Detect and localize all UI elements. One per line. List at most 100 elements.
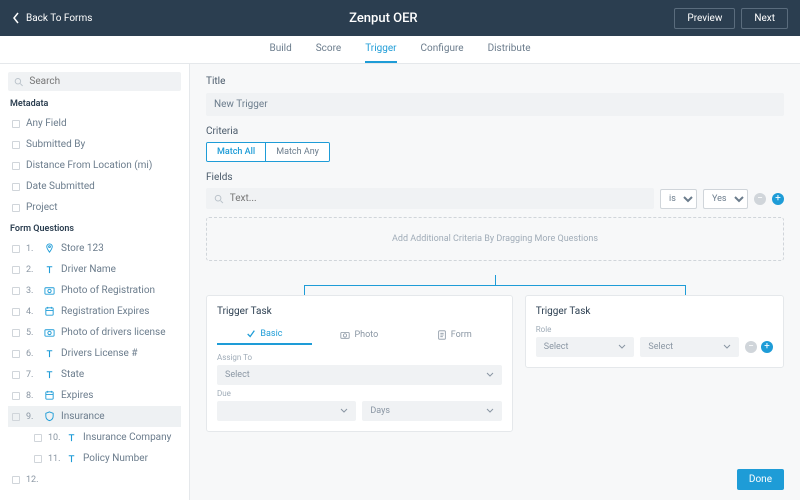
search-icon [214, 194, 224, 204]
text-icon [44, 369, 55, 380]
sidebar-item-question[interactable]: 12. [8, 469, 181, 490]
add-role-button[interactable]: + [761, 341, 773, 353]
cal-icon [44, 390, 55, 401]
checkbox-icon [12, 287, 20, 295]
chevron-down-icon [340, 407, 348, 415]
trigger-title-input[interactable] [206, 93, 784, 116]
check-icon [246, 329, 256, 339]
app-header: Back To Forms Zenput OER Preview Next [0, 0, 800, 36]
criteria-label: Criteria [206, 126, 784, 137]
role-select-2[interactable]: Select [640, 337, 739, 357]
tab-distribute[interactable]: Distribute [488, 36, 531, 63]
metadata-header: Metadata [10, 99, 181, 109]
criteria-dropzone[interactable]: Add Additional Criteria By Dragging More… [206, 217, 784, 261]
text-icon [44, 264, 55, 275]
match-any-button[interactable]: Match Any [266, 143, 329, 161]
chevron-down-icon [723, 343, 731, 351]
add-criteria-button[interactable]: + [772, 193, 784, 205]
search-input[interactable] [23, 76, 175, 87]
header-buttons: Preview Next [674, 8, 788, 29]
remove-criteria-button[interactable]: − [754, 193, 766, 205]
match-all-button[interactable]: Match All [207, 143, 266, 161]
cal-icon [44, 306, 55, 317]
due-value-select[interactable] [217, 401, 356, 421]
chevron-left-icon [12, 12, 20, 24]
done-button[interactable]: Done [737, 469, 784, 490]
sidebar-item-question[interactable]: 9.Insurance [8, 406, 181, 427]
sidebar-item-question[interactable]: 2.Driver Name [8, 259, 181, 280]
shield-icon [44, 411, 55, 422]
page-title: Zenput OER [92, 11, 674, 26]
task-tab-basic[interactable]: Basic [217, 325, 312, 345]
tab-configure[interactable]: Configure [421, 36, 464, 63]
pin-icon [44, 243, 55, 254]
sidebar-item-metadata[interactable]: Project [8, 197, 181, 218]
field-search[interactable] [206, 188, 654, 209]
sidebar-item-question[interactable]: 1.Store 123 [8, 238, 181, 259]
task-pair: Trigger Task Basic Photo Form Ass [206, 295, 784, 432]
sidebar-search[interactable] [8, 72, 181, 91]
title-label: Title [206, 76, 784, 87]
sidebar-item-question[interactable]: 11.Policy Number [8, 448, 181, 469]
chevron-down-icon [618, 343, 626, 351]
-icon [44, 474, 55, 485]
tab-build[interactable]: Build [269, 36, 291, 63]
fields-label: Fields [206, 172, 784, 183]
checkbox-icon [12, 183, 20, 191]
sidebar-item-metadata[interactable]: Date Submitted [8, 176, 181, 197]
field-search-input[interactable] [224, 193, 646, 204]
checkbox-icon [12, 371, 20, 379]
task-tab-form[interactable]: Form [407, 325, 502, 345]
questions-header: Form Questions [10, 224, 181, 234]
sidebar-item-question[interactable]: 8.Expires [8, 385, 181, 406]
photo-icon [44, 327, 55, 338]
camera-icon [340, 330, 350, 340]
due-unit-select[interactable]: Days [362, 401, 501, 421]
checkbox-icon [12, 204, 20, 212]
sidebar-item-question[interactable]: 3.Photo of Registration [8, 280, 181, 301]
sidebar-item-metadata[interactable]: Any Field [8, 113, 181, 134]
sidebar-item-metadata[interactable]: Distance From Location (mi) [8, 155, 181, 176]
role-label: Role [536, 325, 635, 334]
main-tabs: Build Score Trigger Configure Distribute [0, 36, 800, 64]
preview-button[interactable]: Preview [674, 8, 735, 29]
assign-to-label: Assign To [217, 353, 502, 362]
text-icon [66, 432, 77, 443]
tab-score[interactable]: Score [316, 36, 341, 63]
task1-tabs: Basic Photo Form [217, 325, 502, 345]
checkbox-icon [12, 162, 20, 170]
sidebar-item-question[interactable]: 7.State [8, 364, 181, 385]
sidebar: Metadata Any FieldSubmitted ByDistance F… [0, 64, 190, 500]
task2-header: Trigger Task [536, 306, 635, 317]
back-link-label: Back To Forms [26, 13, 92, 24]
sidebar-item-question[interactable]: 5.Photo of drivers license [8, 322, 181, 343]
task-tab-photo[interactable]: Photo [312, 325, 407, 345]
tab-trigger[interactable]: Trigger [365, 36, 396, 63]
trigger-task-card-1: Trigger Task Basic Photo Form Ass [206, 295, 513, 432]
criteria-toggle: Match All Match Any [206, 142, 330, 162]
search-icon [14, 77, 23, 87]
operator-select[interactable]: is [660, 189, 697, 209]
fields-row: is Yes − + [206, 188, 784, 209]
due-label: Due [217, 389, 502, 398]
assign-to-select[interactable]: Select [217, 365, 502, 385]
checkbox-icon [12, 329, 20, 337]
form-icon [437, 330, 447, 340]
back-to-forms-link[interactable]: Back To Forms [12, 12, 92, 24]
remove-role-button[interactable]: − [745, 341, 757, 353]
trigger-task-card-2: Trigger Task Role Select Select − + [525, 295, 784, 368]
checkbox-icon [34, 434, 42, 442]
next-button[interactable]: Next [741, 8, 788, 29]
sidebar-item-metadata[interactable]: Submitted By [8, 134, 181, 155]
value-select[interactable]: Yes [703, 189, 748, 209]
sidebar-item-question[interactable]: 4.Registration Expires [8, 301, 181, 322]
checkbox-icon [12, 120, 20, 128]
checkbox-icon [12, 350, 20, 358]
checkbox-icon [12, 308, 20, 316]
chevron-down-icon [486, 407, 494, 415]
checkbox-icon [12, 266, 20, 274]
photo-icon [44, 285, 55, 296]
sidebar-item-question[interactable]: 10.Insurance Company [8, 427, 181, 448]
sidebar-item-question[interactable]: 6.Drivers License # [8, 343, 181, 364]
role-select-1[interactable]: Select [536, 337, 635, 357]
